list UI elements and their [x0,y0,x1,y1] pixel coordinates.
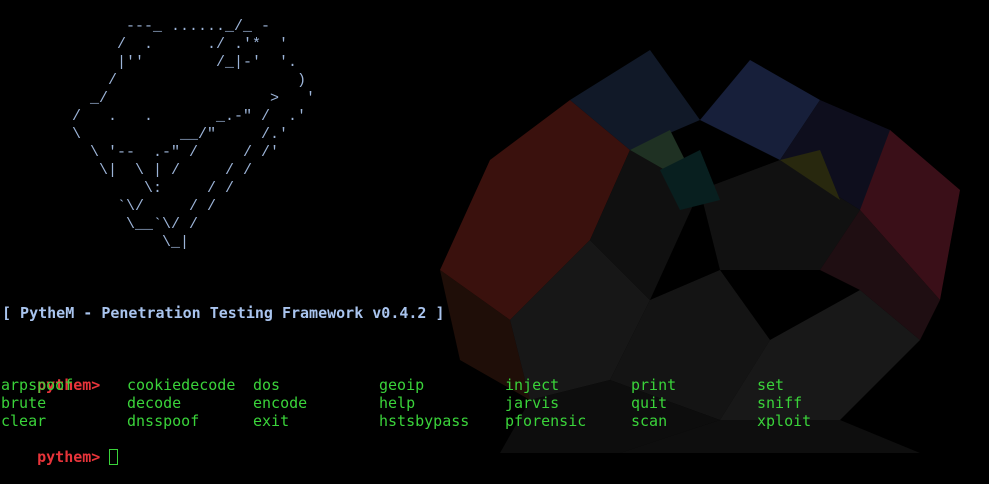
command-item: inject [505,376,560,394]
command-item: quit [631,394,668,412]
command-item: print [631,376,677,394]
command-item: sniff [757,394,803,412]
ascii-logo-line: / . ./ .'* ' [0,36,289,53]
command-item: brute [1,394,47,412]
ascii-logo-line: \__`\/ / [0,216,199,233]
command-item: arpspoof [1,376,74,394]
command-item: jarvis [505,394,560,412]
command-item: scan [631,412,668,430]
ascii-logo-line: \_| [0,234,190,251]
ascii-logo-line: `\/ / / [0,198,217,215]
command-item: help [379,394,416,412]
terminal-window[interactable]: ---_ ......_/_ - / . ./ .'* ' |'' /_|-' … [0,0,989,466]
ascii-logo-line: \| \ | / / / [0,162,253,179]
command-item: xploit [757,412,812,430]
ascii-logo-line: ---_ ......_/_ - [0,18,271,35]
command-item: hstsbypass [379,412,470,430]
text-cursor[interactable] [109,449,119,465]
command-item: encode [253,394,308,412]
command-item: pforensic [505,412,587,430]
ascii-logo-line: \ __/" /.' [0,126,289,143]
command-item: exit [253,412,290,430]
ascii-logo-line: |'' /_|-' '. [0,54,298,71]
shell-prompt: pythem> [37,448,101,466]
command-item: geoip [379,376,425,394]
active-prompt-line[interactable]: pythem> [1,430,119,484]
ascii-logo-line: \ '-- .-" / / /' [0,144,280,161]
command-item: dnsspoof [127,412,200,430]
ascii-logo-line: / . . _.-" / .' [0,108,307,125]
ascii-logo-line: \: / / [0,180,235,197]
ascii-logo-line: _/ > ' [0,90,316,107]
framework-banner: [ PytheM - Penetration Testing Framework… [2,304,445,322]
command-item: clear [1,412,47,430]
command-item: decode [127,394,182,412]
command-item: dos [253,376,281,394]
command-item: set [757,376,785,394]
command-item: cookiedecode [127,376,236,394]
ascii-logo-line: / ) [0,72,307,89]
